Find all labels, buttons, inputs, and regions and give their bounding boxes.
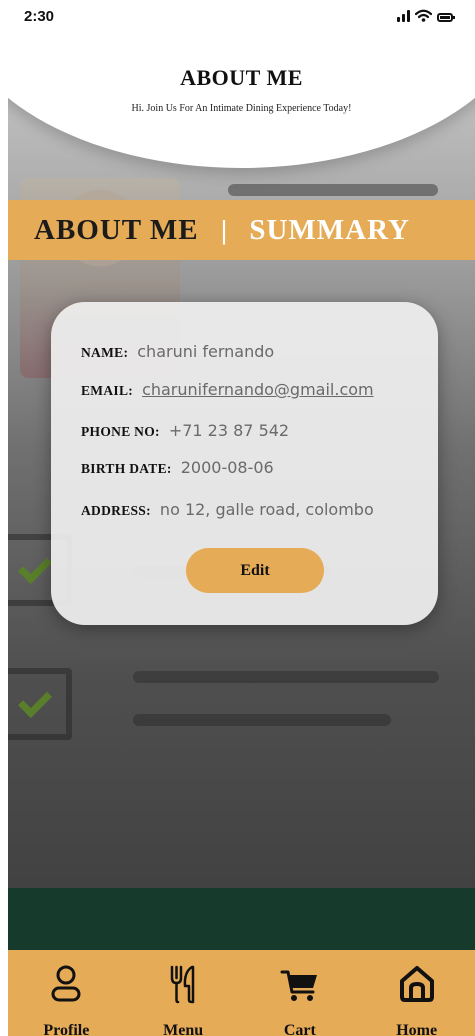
name-row: NAME: charuni fernando — [81, 342, 274, 361]
page-title: ABOUT ME — [180, 65, 303, 90]
nav-item-cart[interactable]: Cart — [250, 964, 350, 1036]
page-subtitle: Hi. Join Us For An Intimate Dining Exper… — [131, 103, 352, 114]
background-line — [133, 671, 439, 683]
edit-button[interactable]: Edit — [186, 548, 324, 593]
nav-label-profile: Profile — [43, 1022, 90, 1036]
home-icon — [397, 964, 437, 1004]
address-label: ADDRESS: — [81, 503, 151, 518]
email-label: EMAIL: — [81, 383, 134, 398]
nav-item-home[interactable]: Home — [367, 964, 467, 1036]
phone-value: +71 23 87 542 — [168, 421, 290, 440]
birth-date-label: BIRTH DATE: — [81, 461, 172, 476]
phone-row: PHONE NO: +71 23 87 542 — [81, 421, 289, 440]
birth-date-value: 2000-08-06 — [180, 458, 274, 477]
status-time: 2:30 — [24, 8, 55, 25]
name-value: charuni fernando — [137, 342, 275, 361]
fork-knife-icon — [166, 964, 200, 1004]
tab-bar: ABOUT ME | SUMMARY — [8, 200, 475, 260]
email-link[interactable]: charunifernando@gmail.com — [142, 380, 374, 399]
signal-icon — [397, 10, 410, 22]
background-band — [8, 888, 475, 950]
profile-card: NAME: charuni fernando EMAIL: charunifer… — [51, 302, 438, 625]
profile-icon — [49, 964, 83, 1004]
tab-about-me[interactable]: ABOUT ME — [34, 214, 199, 247]
address-value: no 12, galle road, colombo — [159, 500, 374, 519]
bottom-nav: Profile Menu Cart Home — [8, 950, 475, 1036]
background-line — [133, 714, 391, 726]
battery-icon — [437, 13, 455, 22]
phone-label: PHONE NO: — [81, 424, 160, 439]
status-bar: 2:30 — [0, 0, 475, 38]
background-checkbox — [8, 668, 72, 740]
email-row: EMAIL: charunifernando@gmail.com — [81, 380, 374, 399]
background-line — [228, 184, 438, 196]
tab-summary[interactable]: SUMMARY — [249, 214, 410, 247]
nav-label-home: Home — [396, 1022, 438, 1036]
status-icons — [397, 9, 455, 22]
nav-item-menu[interactable]: Menu — [133, 964, 233, 1036]
wifi-icon — [415, 9, 432, 22]
app-screen: ABOUT ME Hi. Join Us For An Intimate Din… — [8, 38, 475, 950]
nav-item-profile[interactable]: Profile — [16, 964, 116, 1036]
tab-separator: | — [220, 214, 228, 245]
name-label: NAME: — [81, 345, 129, 360]
nav-label-menu: Menu — [163, 1022, 204, 1036]
nav-label-cart: Cart — [283, 1022, 316, 1036]
birth-date-row: BIRTH DATE: 2000-08-06 — [81, 458, 274, 477]
cart-icon — [280, 964, 320, 1004]
address-row: ADDRESS: no 12, galle road, colombo — [81, 500, 374, 519]
